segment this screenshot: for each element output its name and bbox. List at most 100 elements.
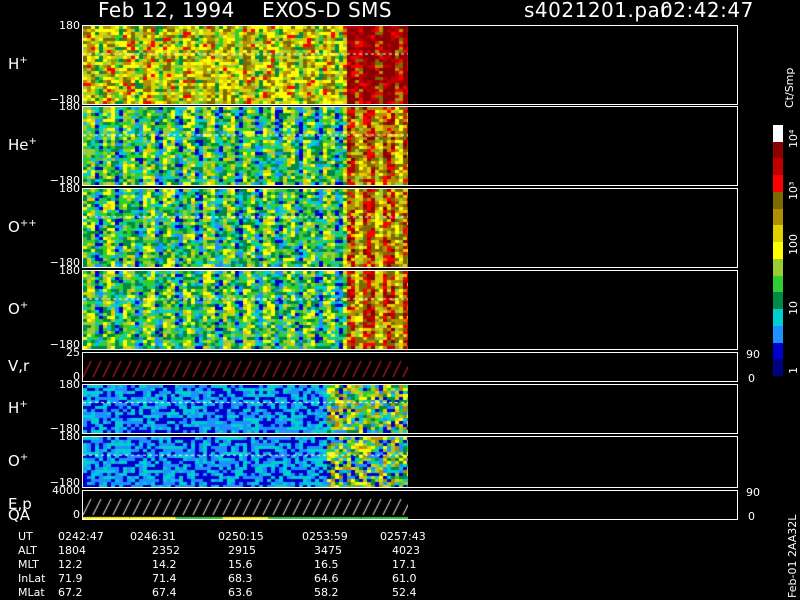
ut-cell: 14.2	[152, 558, 177, 571]
colorbar-swatch	[773, 258, 783, 276]
panel-2-top-tick: 180	[59, 182, 80, 195]
ut-cell: 67.4	[152, 586, 177, 599]
panel-2-label: O++	[8, 218, 37, 236]
panel-0-label: H+	[8, 55, 28, 73]
panel-5-top-tick: 180	[59, 378, 80, 391]
colorbar-swatch	[773, 141, 783, 159]
panel-0-image	[83, 26, 408, 104]
ut-row-name: ALT	[18, 544, 37, 557]
ut-cell: 0253:59	[302, 530, 348, 543]
ut-cell: 12.2	[58, 558, 83, 571]
panel-1-ion-charge: +	[28, 136, 37, 147]
panel-0-top-tick: 180	[59, 19, 80, 32]
ut-cell: 64.6	[314, 572, 339, 585]
panel-7-label2: QA	[8, 506, 31, 524]
panel-1-top-tick: 180	[59, 100, 80, 113]
colorbar-swatch	[773, 125, 783, 142]
colorbar-swatch	[773, 325, 783, 343]
ut-cell: 0257:43	[380, 530, 426, 543]
panel-2-label-text: O	[8, 218, 20, 236]
ut-cell: 63.6	[228, 586, 253, 599]
colorbar-swatch	[773, 225, 783, 243]
panel-4-label-text: V,r	[8, 357, 30, 375]
colorbar-unit: Ct/Smp	[783, 67, 796, 108]
colorbar-tick: 10⁴	[787, 129, 800, 148]
ut-cell: 0246:31	[130, 530, 176, 543]
panel-3-top-tick: 180	[59, 264, 80, 277]
ut-cell: 61.0	[392, 572, 417, 585]
colorbar-tick: 1	[787, 367, 800, 374]
chart-file: s4021201.par	[524, 0, 670, 22]
ut-row-name: MLat	[18, 586, 45, 599]
colorbar-tick: 100	[787, 234, 800, 255]
ut-cell: 71.4	[152, 572, 177, 585]
colorbar-swatch	[773, 359, 783, 377]
panel-7-right-bottom-tick: 0	[748, 510, 755, 523]
panel-6-image	[83, 437, 408, 487]
panel-1	[82, 106, 738, 186]
colorbar-tick: 10	[787, 301, 800, 315]
ut-cell: 0250:15	[218, 530, 264, 543]
ut-cell: 17.1	[392, 558, 417, 571]
chart-stage: Feb 12, 1994 EXOS-D SMS s4021201.par 02:…	[0, 0, 800, 600]
panel-1-label: He+	[8, 136, 37, 154]
colorbar-swatch	[773, 208, 783, 226]
panel-2-ion-charge: ++	[19, 218, 37, 229]
panel-6-label: O+	[8, 452, 28, 470]
panel-4-right-top-tick: 90	[746, 348, 760, 361]
colorbar-swatch	[773, 342, 783, 360]
panel-4	[82, 352, 738, 382]
panel-3-image	[83, 271, 408, 349]
panel-4-label: V,r	[8, 357, 29, 375]
ut-row-name: UT	[18, 530, 33, 543]
ut-cell: 67.2	[58, 586, 83, 599]
panel-7-image	[83, 491, 408, 519]
ut-cell: 3475	[314, 544, 342, 557]
ut-cell: 1804	[58, 544, 86, 557]
panel-2	[82, 188, 738, 268]
ut-row-name: MLT	[18, 558, 39, 571]
chart-instrument: EXOS-D SMS	[262, 0, 393, 22]
panel-1-label-text: He	[8, 136, 29, 154]
panel-5	[82, 384, 738, 434]
ut-cell: 52.4	[392, 586, 417, 599]
panel-5-label-text: H	[8, 399, 20, 417]
side-label: Feb-01 2AA32L	[786, 514, 799, 598]
panel-2-image	[83, 189, 408, 267]
panel-0-ion-charge: +	[19, 55, 28, 66]
panel-3	[82, 270, 738, 350]
ut-cell: 71.9	[58, 572, 83, 585]
ut-cell: 58.2	[314, 586, 339, 599]
chart-date: Feb 12, 1994	[98, 0, 235, 22]
panel-7-top-tick: 4000	[52, 484, 80, 497]
ut-cell: 2915	[228, 544, 256, 557]
panel-6	[82, 436, 738, 488]
panel-5-label: H+	[8, 399, 28, 417]
ut-row-name: InLat	[18, 572, 46, 585]
chart-time: 02:42:47	[660, 0, 754, 22]
panel-4-image	[83, 353, 408, 381]
panel-3-label: O+	[8, 300, 28, 318]
panel-3-ion-charge: +	[19, 300, 29, 311]
colorbar-swatch	[773, 275, 783, 293]
panel-0-label-text: H	[8, 55, 20, 73]
panel-4-top-tick: 25	[66, 346, 80, 359]
ut-cell: 68.3	[228, 572, 253, 585]
colorbar-tick: 10³	[787, 181, 800, 200]
panel-0	[82, 25, 738, 105]
colorbar-swatch	[773, 292, 783, 310]
panel-5-ion-charge: +	[19, 399, 28, 410]
panel-7-bottom-tick: 0	[73, 508, 80, 521]
colorbar-swatch	[773, 191, 783, 209]
panel-6-top-tick: 180	[59, 430, 80, 443]
colorbar-swatch	[773, 175, 783, 193]
panel-6-ion-charge: +	[19, 452, 29, 463]
panel-1-image	[83, 107, 408, 185]
panel-7-right-top-tick: 90	[746, 486, 760, 499]
colorbar-swatch	[773, 309, 783, 327]
colorbar-swatch	[773, 242, 783, 260]
ut-cell: 15.6	[228, 558, 253, 571]
ut-cell: 4023	[392, 544, 420, 557]
ut-cell: 0242:47	[58, 530, 104, 543]
panel-7	[82, 490, 738, 520]
